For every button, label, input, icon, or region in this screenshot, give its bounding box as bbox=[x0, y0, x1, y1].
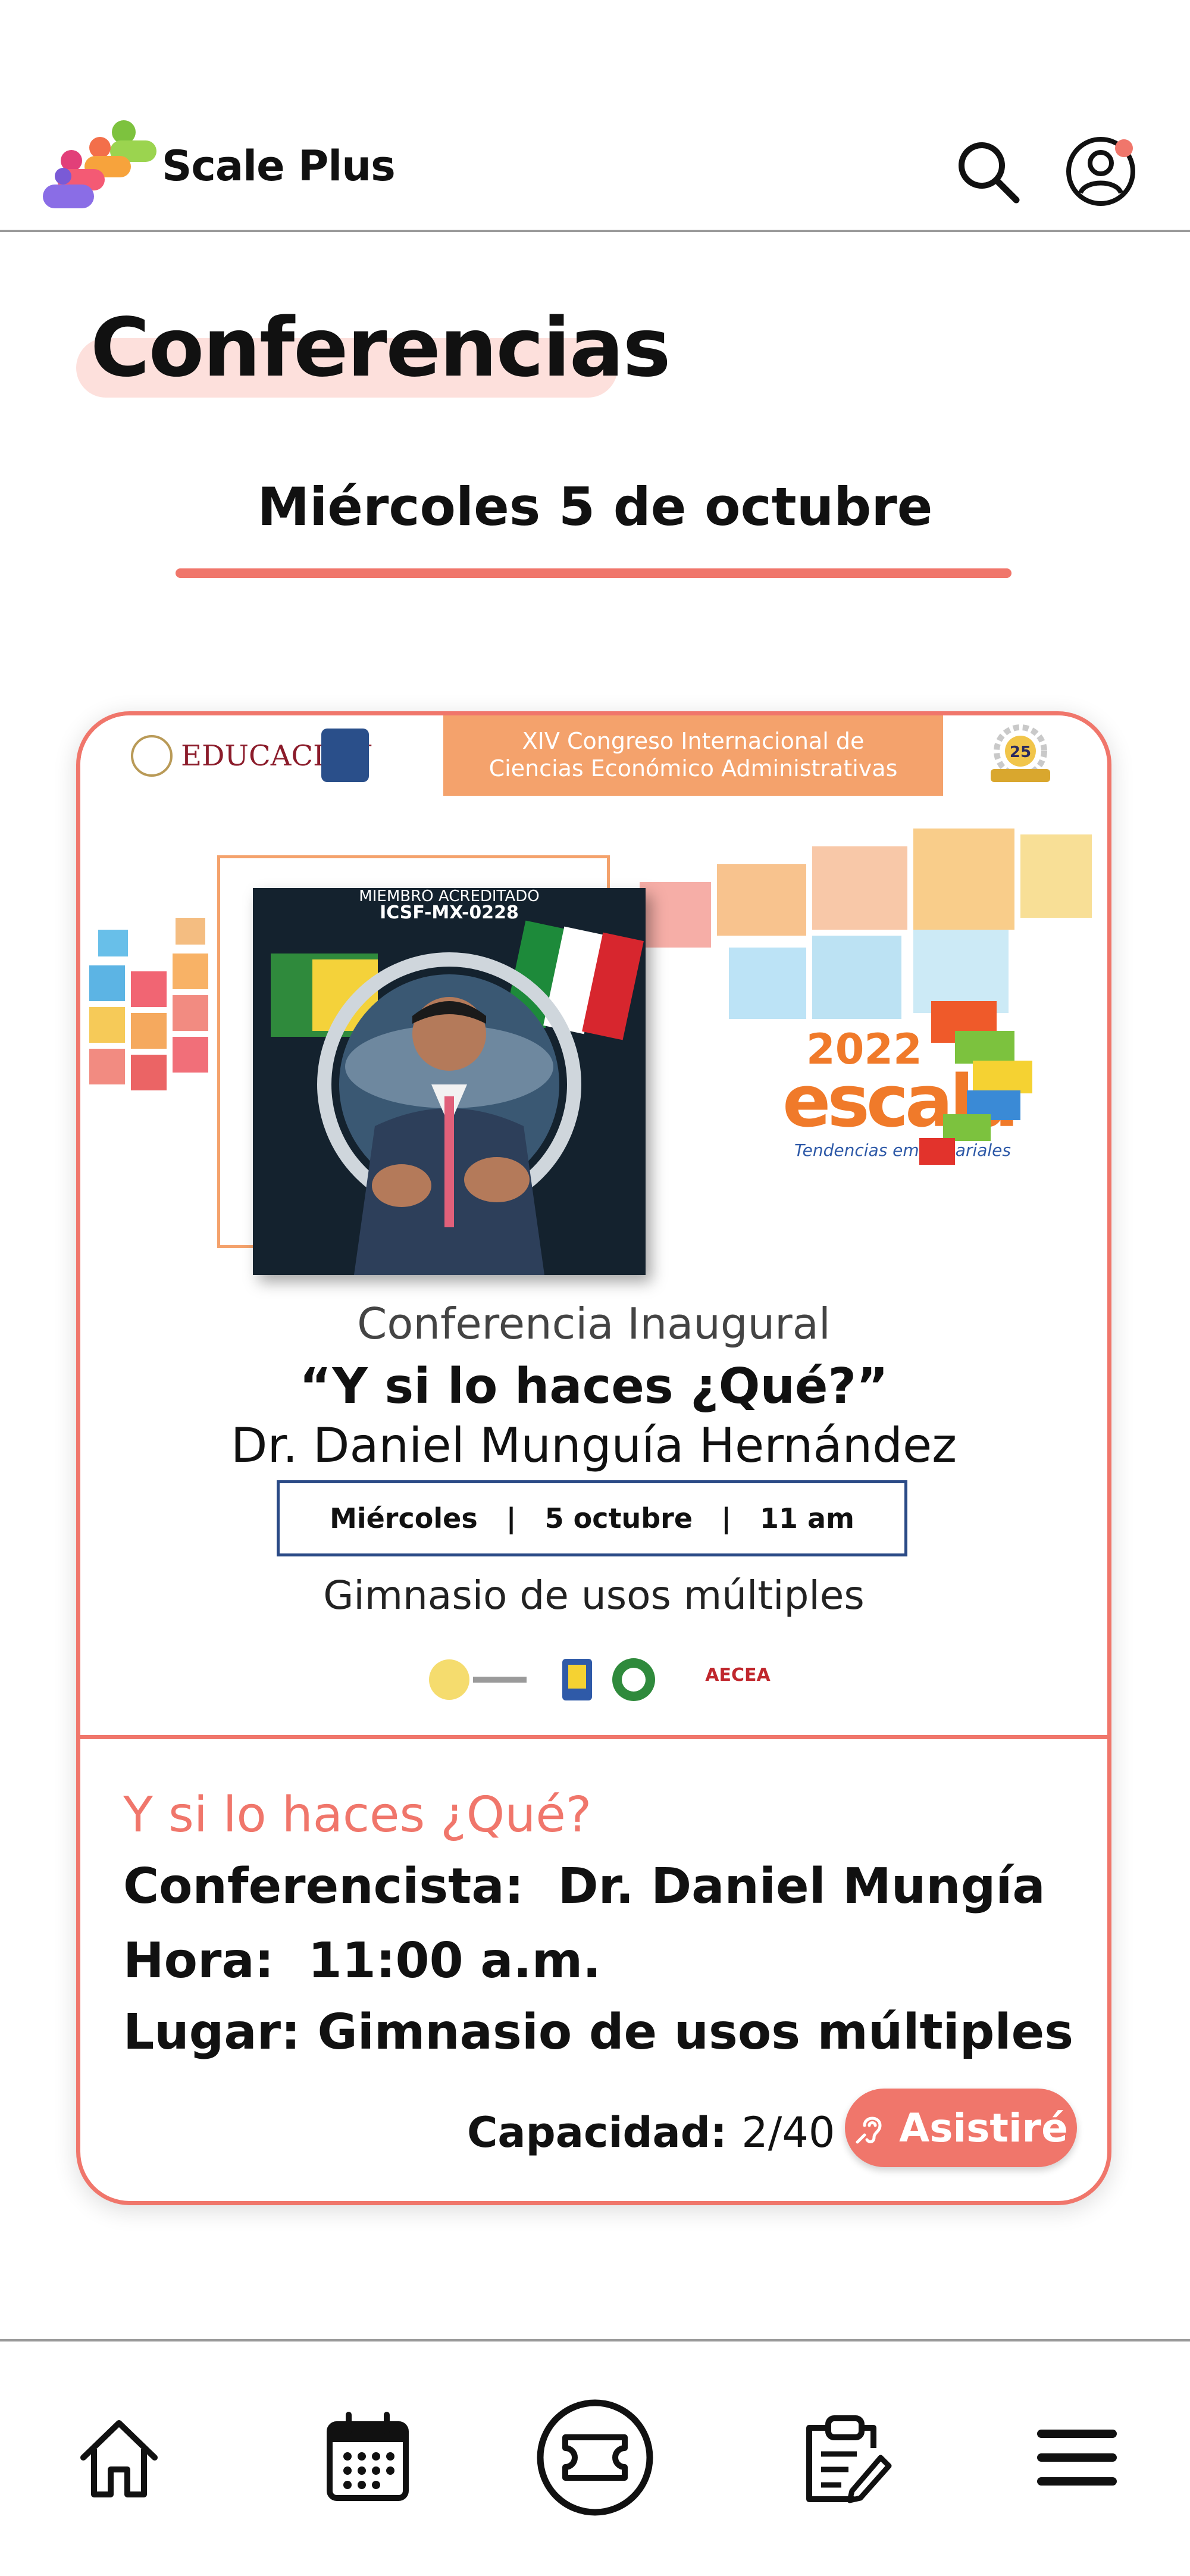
speaker-label: Conferencista: bbox=[123, 1858, 524, 1915]
anniversary-badge-icon: 25 bbox=[991, 724, 1050, 782]
menu-icon[interactable] bbox=[1017, 2398, 1136, 2517]
attend-button[interactable]: Asistiré bbox=[845, 2089, 1077, 2167]
date-underline bbox=[176, 568, 1012, 578]
congress-line-2: Ciencias Económico Administrativas bbox=[488, 755, 898, 781]
institute-logo bbox=[321, 729, 369, 782]
event-poster: EDUCACIÓN XIV Congreso Internacional de … bbox=[80, 715, 1107, 1739]
escala-logo: 2022 escala Tendencias empresariales bbox=[782, 1001, 1032, 1165]
speaker-row: Conferencista: Dr. Daniel Mungía bbox=[123, 1858, 1045, 1915]
attend-button-label: Asistiré bbox=[899, 2105, 1068, 2151]
conference-card[interactable]: EDUCACIÓN XIV Congreso Internacional de … bbox=[76, 711, 1111, 2205]
page-title: Conferencias bbox=[90, 301, 671, 395]
user-profile-icon[interactable] bbox=[1065, 136, 1136, 207]
place-label: Lugar: bbox=[123, 2004, 300, 2061]
people-logo-icon[interactable] bbox=[42, 119, 161, 211]
badge-number: 25 bbox=[1010, 743, 1031, 761]
clipboard-edit-icon[interactable] bbox=[785, 2398, 904, 2517]
place-value: Gimnasio de usos múltiples bbox=[317, 2004, 1074, 2061]
time-value: 11:00 a.m. bbox=[308, 1933, 602, 1989]
speaker-photo: MIEMBRO ACREDITADO ICSF-MX-0228 bbox=[253, 888, 646, 1275]
conferences-screen: Scale Plus Conferencias Miércoles 5 de o… bbox=[0, 0, 1190, 2576]
capacity-label: Capacidad: bbox=[467, 2108, 727, 2157]
speaker-name: Dr. Daniel Munguía Hernández bbox=[230, 1418, 957, 1473]
time-row: Hora: 11:00 a.m. bbox=[123, 1933, 601, 1989]
capacity-value: 2/40 bbox=[741, 2108, 835, 2157]
time-label: Hora: bbox=[123, 1933, 274, 1989]
search-icon[interactable] bbox=[952, 136, 1023, 207]
event-title: “Y si lo haces ¿Qué?” bbox=[299, 1358, 888, 1415]
schedule-box: Miércoles | 5 octubre | 11 am bbox=[277, 1480, 907, 1556]
bottom-nav bbox=[0, 2339, 1190, 2576]
ticket-icon[interactable] bbox=[536, 2398, 654, 2517]
seal-icon bbox=[131, 735, 173, 777]
speaker-value: Dr. Daniel Mungía bbox=[558, 1858, 1045, 1915]
event-type: Conferencia Inaugural bbox=[357, 1299, 831, 1349]
calendar-icon[interactable] bbox=[308, 2398, 427, 2517]
capacity: Capacidad: 2/40 bbox=[467, 2108, 835, 2157]
escala-tagline: Tendencias empresariales bbox=[794, 1140, 1011, 1160]
photo-caption-2: ICSF-MX-0228 bbox=[380, 902, 519, 923]
date-heading: Miércoles 5 de octubre bbox=[257, 476, 933, 537]
conference-title: Y si lo haces ¿Qué? bbox=[123, 1787, 592, 1843]
page-title-wrap: Conferencias bbox=[76, 301, 671, 398]
app-header: Scale Plus bbox=[0, 0, 1190, 232]
poster-venue: Gimnasio de usos múltiples bbox=[323, 1573, 865, 1618]
speaker-portrait-icon bbox=[271, 920, 644, 1275]
notification-dot bbox=[1115, 139, 1133, 157]
place-row: Lugar: Gimnasio de usos múltiples bbox=[123, 2004, 1073, 2061]
congress-line-1: XIV Congreso Internacional de bbox=[522, 728, 865, 754]
hearing-icon bbox=[856, 2117, 882, 2144]
congress-banner: XIV Congreso Internacional de Ciencias E… bbox=[443, 715, 943, 796]
home-icon[interactable] bbox=[60, 2398, 178, 2517]
aecea-logo-text: AECEA bbox=[705, 1665, 771, 1686]
brand-name: Scale Plus bbox=[162, 142, 396, 190]
